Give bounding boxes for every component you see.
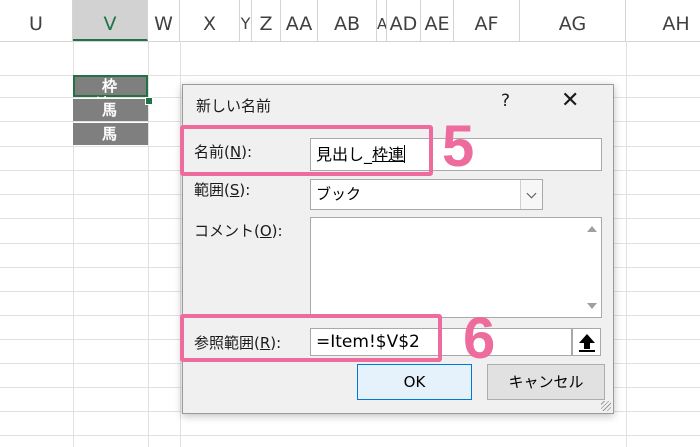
comment-label: コメント(O): — [194, 222, 283, 240]
help-button[interactable]: ? — [501, 91, 510, 111]
dialog-title: 新しい名前 — [196, 97, 272, 115]
name-highlight-box — [180, 125, 433, 176]
close-icon[interactable]: ✕ — [561, 88, 579, 113]
column-header-ab[interactable]: AB — [318, 0, 377, 41]
column-header-ah[interactable]: AH — [626, 0, 700, 41]
column-header-y[interactable]: Y — [240, 0, 252, 41]
ok-button[interactable]: OK — [357, 364, 472, 400]
column-header-af[interactable]: AF — [454, 0, 520, 41]
column-header-w[interactable]: W — [148, 0, 180, 41]
column-header-ag[interactable]: AG — [520, 0, 626, 41]
row-gridline — [0, 435, 700, 436]
column-header-x[interactable]: X — [180, 0, 240, 41]
arrow-stem — [584, 342, 590, 349]
column-header-ac[interactable]: AC — [377, 0, 387, 41]
column-header-bar: U V W X Y Z AA AB AC AD AE AF AG AH — [0, 0, 700, 42]
resize-grip-icon[interactable] — [601, 401, 611, 411]
cell-v3[interactable]: 馬 連 — [73, 99, 148, 141]
column-gridline — [626, 41, 627, 447]
chevron-down-icon[interactable] — [520, 180, 542, 209]
cell-v4[interactable]: 馬 単 — [73, 123, 148, 165]
refers-to-highlight-box — [180, 314, 442, 362]
fill-handle[interactable] — [145, 97, 153, 105]
column-header-aa[interactable]: AA — [281, 0, 318, 41]
cell-v2[interactable]: 枠 連 — [73, 75, 148, 113]
scope-value: ブック — [316, 185, 362, 203]
step-6-label: 6 — [463, 306, 496, 371]
cancel-button[interactable]: キャンセル — [487, 364, 605, 400]
column-gridline — [180, 41, 181, 447]
scope-label: 範囲(S): — [194, 181, 251, 199]
comment-textarea[interactable] — [310, 217, 602, 318]
scope-select[interactable]: ブック — [310, 179, 543, 210]
column-header-v[interactable]: V — [73, 0, 148, 41]
scroll-up-icon[interactable] — [587, 226, 597, 232]
arrow-base — [579, 350, 595, 352]
collapse-dialog-button[interactable] — [572, 328, 601, 356]
column-header-ad[interactable]: AD — [387, 0, 421, 41]
step-5-label: 5 — [442, 114, 475, 179]
column-header-z[interactable]: Z — [252, 0, 281, 41]
scroll-down-icon[interactable] — [587, 303, 597, 309]
column-header-u[interactable]: U — [0, 0, 73, 41]
column-header-ae[interactable]: AE — [421, 0, 454, 41]
